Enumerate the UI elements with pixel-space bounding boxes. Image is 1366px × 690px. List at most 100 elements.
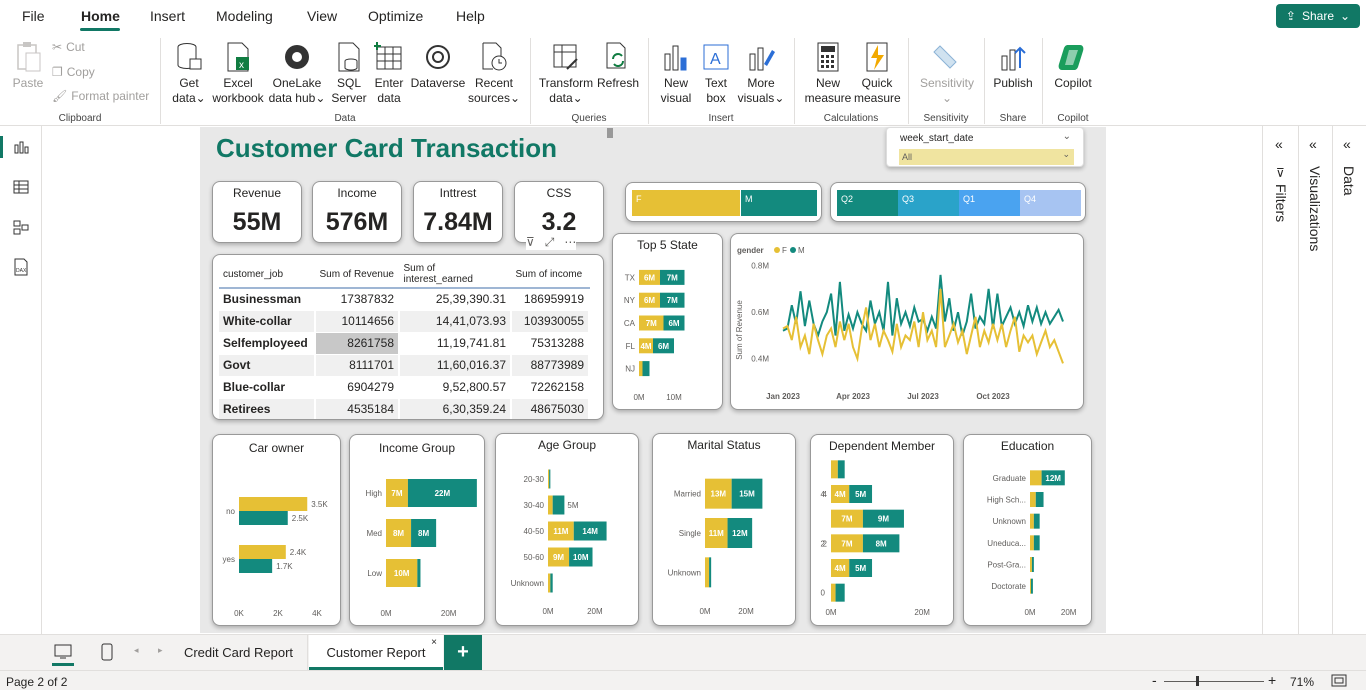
add-page-button[interactable]: + (444, 635, 482, 670)
table-view-icon[interactable] (11, 177, 31, 197)
dax-query-icon[interactable]: DAX (11, 257, 31, 277)
collapse-icon[interactable]: « (1309, 136, 1317, 152)
menu-insert[interactable]: Insert (150, 8, 185, 24)
table-row[interactable]: Blue-collar 6904279 9,52,800.57 72262158 (219, 376, 590, 399)
menu-help[interactable]: Help (456, 8, 485, 24)
desktop-view-icon[interactable] (50, 641, 76, 663)
menu-file[interactable]: File (22, 8, 45, 24)
quarter-slicer[interactable]: Q2 Q3 Q1 Q4 (830, 182, 1086, 222)
cut-button[interactable]: ✂ Cut (52, 40, 85, 54)
bar-m (550, 573, 553, 593)
gender-f-segment[interactable]: F (632, 190, 740, 216)
sql-server-button[interactable]: SQL Server (330, 40, 368, 106)
column-header[interactable]: customer_job (219, 261, 316, 289)
data-pane[interactable]: « Data (1332, 126, 1366, 634)
quarter-segment[interactable]: Q1 (959, 190, 1020, 216)
gender-m-segment[interactable]: M (741, 190, 817, 216)
quick-measure-button[interactable]: Quick measure (854, 40, 901, 106)
new-visual-button[interactable]: New visual (656, 40, 696, 106)
more-visuals-button[interactable]: More visuals⌄ (736, 40, 786, 106)
dependent-member-chart[interactable]: Dependent Member 4 4M 5M 7M 9M 2 7M 8M 4M 5M 0M 20M… (810, 434, 954, 626)
marital-status-chart[interactable]: Marital Status Married 13M 15M Single 11M 12M… (652, 433, 796, 626)
tab-customer-report[interactable]: Customer Report × (309, 635, 443, 670)
gender-slicer[interactable]: F M (625, 182, 822, 222)
revenue-line-chart[interactable]: gender F M Sum of Revenue 0.4M 0.6M 0.8M Jan 20… (730, 233, 1084, 410)
table-row[interactable]: Selfemployeed 8261758 11,19,741.81 75313288 (219, 332, 590, 355)
data-label: 4M (835, 490, 846, 499)
quarter-segment[interactable]: Q4 (1020, 190, 1081, 216)
visualizations-pane[interactable]: « Visualizations (1298, 126, 1332, 634)
scroll-right-icon[interactable]: ▸ (158, 645, 163, 656)
kpi-card-css[interactable]: CSS 3.2 (514, 181, 604, 243)
menu-view[interactable]: View (307, 8, 337, 24)
kpi-value: 7.84M (423, 208, 493, 236)
quarter-label: Q3 (902, 194, 915, 204)
format-painter-button[interactable]: 🖌 Format painter (52, 89, 149, 103)
chevron-down-icon[interactable]: ⌄ (1063, 131, 1071, 142)
data-label: 13M (711, 490, 727, 499)
copy-button[interactable]: ❐ Copy (52, 65, 95, 79)
tab-credit-card-report[interactable]: Credit Card Report (170, 635, 308, 670)
column-header[interactable]: Sum of income (511, 261, 590, 289)
zoom-out-button[interactable]: - (1152, 672, 1157, 688)
onelake-label-2: data hub⌄ (268, 91, 326, 105)
customer-job-table[interactable]: customer_job Sum of Revenue Sum of inter… (212, 254, 604, 420)
enter-data-button[interactable]: Enter data (370, 40, 408, 106)
slicer-dropdown[interactable]: All ⌄ (899, 149, 1074, 165)
focus-mode-icon[interactable]: ⤢ (545, 235, 555, 250)
mobile-view-icon[interactable] (100, 641, 114, 663)
get-data-button[interactable]: Get data⌄ (168, 40, 210, 106)
fit-to-page-icon[interactable] (1331, 674, 1347, 687)
kpi-card-interest[interactable]: Inttrest 7.84M (413, 181, 503, 243)
table-row[interactable]: Businessman 17387832 25,39,390.31 186959919 (219, 288, 590, 311)
refresh-button[interactable]: Refresh (596, 40, 640, 91)
table-row[interactable]: Govt 8111701 11,60,016.37 88773989 (219, 354, 590, 377)
menu-modeling[interactable]: Modeling (216, 8, 273, 24)
filter-icon[interactable]: ⊽ (526, 235, 535, 250)
zoom-in-button[interactable]: + (1268, 672, 1276, 688)
drag-handle[interactable] (607, 128, 613, 138)
collapse-icon[interactable]: « (1343, 136, 1351, 152)
model-view-icon[interactable] (11, 217, 31, 237)
zoom-slider-handle[interactable] (1196, 676, 1199, 686)
recent-sources-button[interactable]: Recent sources⌄ (466, 40, 522, 106)
column-header[interactable]: Sum of Revenue (315, 261, 400, 289)
category-label: Unknown (668, 568, 701, 577)
copilot-button[interactable]: Copilot (1050, 40, 1096, 91)
report-view-icon[interactable] (11, 137, 31, 157)
column-header[interactable]: Sum of interest_earned (399, 261, 512, 289)
zoom-slider[interactable] (1164, 681, 1264, 682)
dataverse-button[interactable]: Dataverse (410, 40, 466, 91)
quarter-segment[interactable]: Q3 (898, 190, 959, 216)
kpi-label: Inttrest (439, 186, 477, 200)
tick-label: 0M (633, 393, 644, 402)
sensitivity-button[interactable]: Sensitivity ⌄ (916, 40, 978, 106)
publish-button[interactable]: Publish (990, 40, 1036, 91)
filters-pane[interactable]: « ⊽ Filters (1262, 126, 1298, 634)
table-row[interactable]: White-collar 10114656 14,41,073.93 10393005… (219, 310, 590, 333)
menu-optimize[interactable]: Optimize (368, 8, 423, 24)
close-icon[interactable]: × (431, 637, 437, 648)
kpi-card-income[interactable]: Income 576M (312, 181, 402, 243)
quarter-segment[interactable]: Q2 (837, 190, 898, 216)
share-button[interactable]: ⇪ Share ⌄ (1276, 4, 1360, 28)
education-chart[interactable]: Education Graduate 12M High Sch... Unknown U… (963, 434, 1092, 626)
kpi-card-revenue[interactable]: Revenue 55M (212, 181, 302, 243)
age-group-chart[interactable]: Age Group 20-30 30-40 5M 40-50 11M 14M 50-60 9M… (495, 433, 639, 626)
new-measure-button[interactable]: New measure (802, 40, 854, 106)
scroll-left-icon[interactable]: ◂ (134, 645, 139, 656)
week-slicer[interactable]: week_start_date ⌄ All ⌄ (886, 127, 1084, 167)
table-row[interactable]: Retirees 4535184 6,30,359.24 48675030 (219, 398, 590, 419)
transform-data-button[interactable]: Transform data⌄ (538, 40, 594, 106)
paste-button[interactable]: Paste (10, 40, 46, 91)
menu-home[interactable]: Home (81, 8, 120, 24)
car-owner-chart[interactable]: Car owner no 3.5K 2.5K yes 2.4K 1.7K 0K 2K 4K (212, 434, 341, 626)
collapse-icon[interactable]: « (1275, 136, 1283, 152)
more-options-icon[interactable]: ⋯ (564, 235, 576, 250)
onelake-button[interactable]: OneLake data hub⌄ (266, 40, 328, 106)
active-tab-indicator (80, 28, 120, 31)
top5-state-chart[interactable]: Top 5 State TX 6M 7M NY 6M 7M CA 7M 6M FL 4M 6M NJ 0M… (612, 233, 723, 410)
text-box-button[interactable]: A Text box (698, 40, 734, 106)
excel-workbook-button[interactable]: x Excel workbook (210, 40, 266, 106)
income-group-chart[interactable]: Income Group High 7M 22M Med 8M 8M Low 10M 0M 20M (349, 434, 485, 626)
